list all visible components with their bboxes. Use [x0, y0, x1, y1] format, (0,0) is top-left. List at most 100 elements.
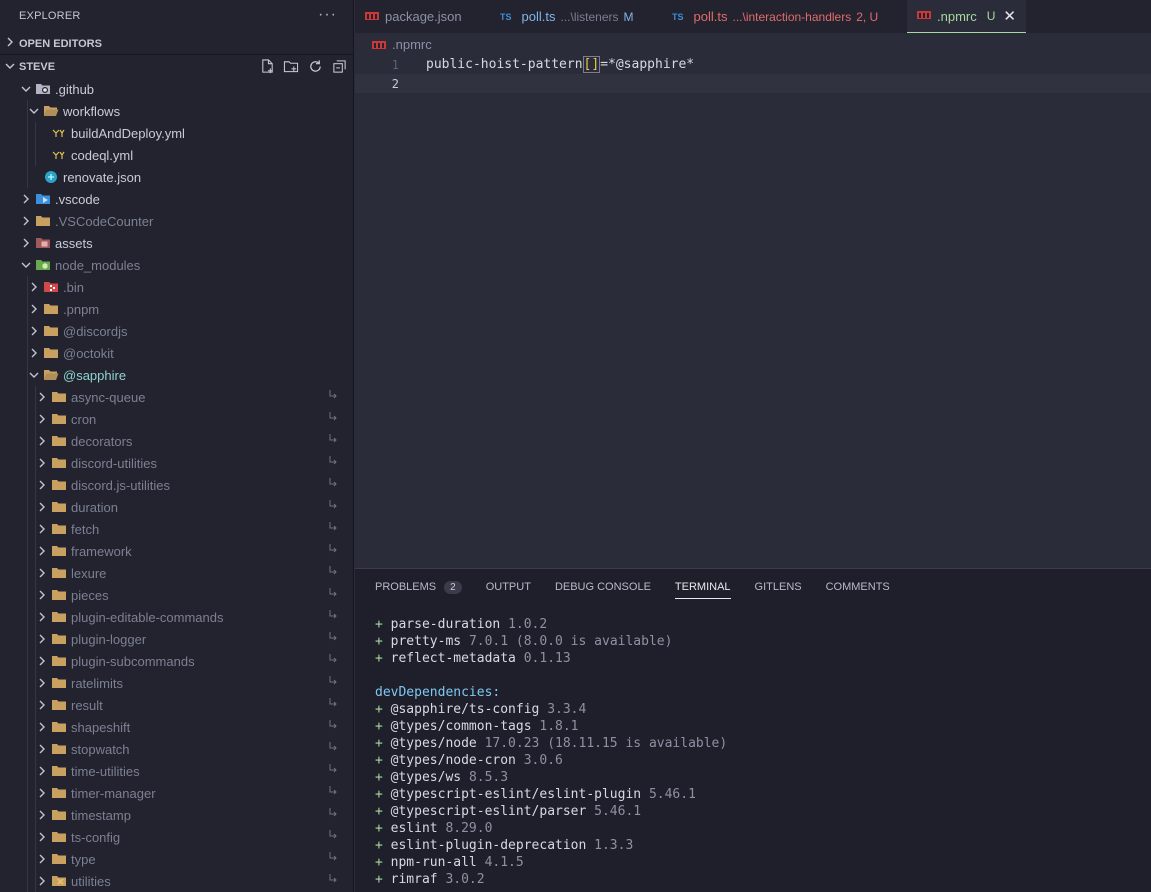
chevron-right-icon[interactable]: [35, 738, 49, 760]
indent-guide: [35, 628, 36, 650]
tree-item-label: fetch: [71, 521, 100, 537]
chevron-right-icon[interactable]: [35, 562, 49, 584]
more-actions-icon[interactable]: ···: [318, 6, 337, 24]
tree-item[interactable]: lexure: [0, 562, 353, 584]
code-line[interactable]: 1 public-hoist-pattern[]=*@sapphire*: [355, 55, 1151, 74]
chevron-right-icon[interactable]: [27, 298, 41, 320]
chevron-down-icon[interactable]: [27, 100, 41, 122]
tree-item[interactable]: plugin-subcommands: [0, 650, 353, 672]
tree-item[interactable]: framework: [0, 540, 353, 562]
new-folder-icon[interactable]: [283, 57, 299, 75]
chevron-right-icon[interactable]: [35, 474, 49, 496]
chevron-right-icon[interactable]: [35, 606, 49, 628]
tree-item[interactable]: result: [0, 694, 353, 716]
chevron-right-icon[interactable]: [35, 540, 49, 562]
tab[interactable]: TS poll.ts ...\listeners M: [490, 0, 662, 33]
chevron-right-icon[interactable]: [35, 430, 49, 452]
tab[interactable]: TS poll.ts ...\interaction-handlers 2, U: [662, 0, 907, 33]
folder-icon: [49, 694, 69, 716]
chevron-right-icon[interactable]: [35, 760, 49, 782]
chevron-down-icon[interactable]: [19, 78, 33, 100]
tree-item[interactable]: time-utilities: [0, 760, 353, 782]
tree-item[interactable]: utilities: [0, 870, 353, 892]
tree-item[interactable]: @octokit: [0, 342, 353, 364]
workspace-section[interactable]: STEVE: [0, 56, 353, 78]
chevron-right-icon[interactable]: [27, 276, 41, 298]
tree-item[interactable]: ts-config: [0, 826, 353, 848]
tree-item[interactable]: codeql.yml: [0, 144, 353, 166]
new-file-icon[interactable]: [259, 57, 275, 75]
panel-tab-comments[interactable]: COMMENTS: [826, 569, 890, 605]
tree-item[interactable]: timer-manager: [0, 782, 353, 804]
chevron-right-icon[interactable]: [35, 650, 49, 672]
chevron-right-icon[interactable]: [35, 518, 49, 540]
chevron-right-icon[interactable]: [35, 870, 49, 892]
tree-item[interactable]: buildAndDeploy.yml: [0, 122, 353, 144]
panel-tab-terminal[interactable]: TERMINAL: [674, 569, 731, 605]
tree-item[interactable]: plugin-editable-commands: [0, 606, 353, 628]
refresh-icon[interactable]: [307, 57, 323, 75]
tab[interactable]: .npmrc U ✕: [907, 0, 1026, 33]
tree-item[interactable]: type: [0, 848, 353, 870]
tree-item[interactable]: @discordjs: [0, 320, 353, 342]
tree-item[interactable]: decorators: [0, 430, 353, 452]
chevron-right-icon[interactable]: [35, 408, 49, 430]
tree-item[interactable]: .VSCodeCounter: [0, 210, 353, 232]
chevron-right-icon[interactable]: [35, 716, 49, 738]
tree-item[interactable]: @sapphire: [0, 364, 353, 386]
tree-item[interactable]: node_modules: [0, 254, 353, 276]
tree-item[interactable]: discord.js-utilities: [0, 474, 353, 496]
chevron-right-icon[interactable]: [19, 210, 33, 232]
code-lines[interactable]: 1 public-hoist-pattern[]=*@sapphire* 2: [355, 55, 1151, 93]
tree-item[interactable]: .github: [0, 78, 353, 100]
package-version: 5.46.1: [594, 804, 642, 819]
chevron-right-icon[interactable]: [35, 782, 49, 804]
chevron-right-icon[interactable]: [35, 628, 49, 650]
tree-item[interactable]: fetch: [0, 518, 353, 540]
tree-item[interactable]: stopwatch: [0, 738, 353, 760]
tree-item[interactable]: .vscode: [0, 188, 353, 210]
terminal-output[interactable]: + parse-duration 1.0.2 + pretty-ms 7.0.1 …: [355, 605, 1151, 889]
tree-item[interactable]: renovate.json: [0, 166, 353, 188]
tree-item[interactable]: shapeshift: [0, 716, 353, 738]
tree-item-label: pieces: [71, 587, 109, 603]
chevron-down-icon[interactable]: [27, 364, 41, 386]
tree-item[interactable]: discord-utilities: [0, 452, 353, 474]
tree-item[interactable]: ratelimits: [0, 672, 353, 694]
tree-item[interactable]: plugin-logger: [0, 628, 353, 650]
chevron-right-icon[interactable]: [35, 584, 49, 606]
tree-item[interactable]: .bin: [0, 276, 353, 298]
tab[interactable]: package.json: [355, 0, 490, 33]
code-line[interactable]: 2: [355, 74, 1151, 93]
chevron-right-icon[interactable]: [35, 826, 49, 848]
chevron-right-icon[interactable]: [35, 496, 49, 518]
panel-tab-debug-console[interactable]: DEBUG CONSOLE: [555, 569, 651, 605]
chevron-right-icon[interactable]: [35, 848, 49, 870]
chevron-down-icon[interactable]: [19, 254, 33, 276]
collapse-all-icon[interactable]: [331, 57, 347, 75]
tree-item[interactable]: cron: [0, 408, 353, 430]
panel-tab-gitlens[interactable]: GITLENS: [755, 569, 802, 605]
breadcrumb[interactable]: .npmrc: [355, 33, 1151, 55]
chevron-right-icon[interactable]: [35, 386, 49, 408]
open-editors-section[interactable]: OPEN EDITORS: [0, 33, 353, 55]
tree-item[interactable]: timestamp: [0, 804, 353, 826]
close-icon[interactable]: ✕: [1003, 7, 1016, 25]
tree-item[interactable]: workflows: [0, 100, 353, 122]
tree-item[interactable]: pieces: [0, 584, 353, 606]
panel-tab-output[interactable]: OUTPUT: [486, 569, 531, 605]
panel-tab-problems[interactable]: PROBLEMS 2: [375, 569, 462, 605]
chevron-right-icon[interactable]: [35, 452, 49, 474]
chevron-right-icon[interactable]: [27, 342, 41, 364]
tree-item[interactable]: .pnpm: [0, 298, 353, 320]
chevron-right-icon[interactable]: [35, 694, 49, 716]
chevron-right-icon[interactable]: [27, 320, 41, 342]
tree-item[interactable]: duration: [0, 496, 353, 518]
chevron-right-icon[interactable]: [19, 232, 33, 254]
tree-item[interactable]: assets: [0, 232, 353, 254]
code-editor[interactable]: .npmrc 1 public-hoist-pattern[]=*@sapphir…: [355, 33, 1151, 568]
chevron-right-icon[interactable]: [35, 672, 49, 694]
tree-item[interactable]: async-queue: [0, 386, 353, 408]
chevron-right-icon[interactable]: [35, 804, 49, 826]
chevron-right-icon[interactable]: [19, 188, 33, 210]
